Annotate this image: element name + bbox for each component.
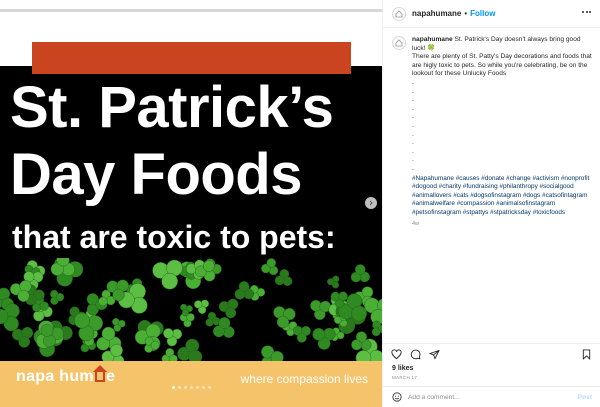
emoji-icon[interactable] bbox=[392, 392, 402, 402]
comment-input[interactable] bbox=[408, 393, 568, 401]
share-icon[interactable] bbox=[429, 349, 440, 360]
caption-spacer-dot: . bbox=[412, 113, 414, 121]
caption-hashtags[interactable]: #Napahumane #causes #donate #change #act… bbox=[412, 175, 592, 218]
house-logo-icon bbox=[395, 39, 403, 47]
more-icon-dot bbox=[585, 11, 588, 13]
header-separator: • bbox=[464, 9, 468, 18]
headline-line-3: that are toxic to pets: bbox=[12, 219, 336, 255]
caption-spacer-dot: . bbox=[412, 96, 414, 104]
avatar[interactable] bbox=[392, 6, 406, 21]
brand-logo: napa hum e bbox=[16, 365, 116, 386]
headline-line-1: St. Patrick’s bbox=[10, 75, 334, 140]
caption-spacer-dot: . bbox=[412, 164, 414, 172]
caption-spacer-dot: . bbox=[412, 104, 414, 112]
likes-count[interactable]: 9 likes bbox=[392, 365, 413, 372]
comment-icon[interactable] bbox=[410, 349, 421, 360]
carousel-dot bbox=[178, 386, 181, 389]
caption-username[interactable]: napahumane bbox=[412, 36, 453, 43]
carousel-dot bbox=[202, 386, 205, 389]
bookmark-icon[interactable] bbox=[581, 349, 592, 360]
heart-icon[interactable] bbox=[391, 349, 402, 360]
caption-spacer-dot: . bbox=[412, 121, 414, 129]
brand-tagline: where compassion lives bbox=[240, 372, 368, 386]
carousel-dots bbox=[172, 386, 211, 389]
headline-line-2: Day Foods bbox=[10, 142, 303, 207]
comment-bar: Post bbox=[383, 386, 600, 407]
caption-line-4: are higly toxic to pets. So while you're… bbox=[412, 61, 588, 69]
caption-spacer-dot: . bbox=[412, 147, 414, 155]
caption-area: napahumane St. Patrick's Day doesn't alw… bbox=[392, 36, 592, 227]
carousel-dot bbox=[208, 386, 211, 389]
action-bar bbox=[383, 343, 600, 365]
caption-spacer-dot: . bbox=[412, 78, 414, 86]
carousel-dot bbox=[184, 386, 187, 389]
caption-text: napahumane St. Patrick's Day doesn't alw… bbox=[412, 36, 592, 174]
brand-name-part2: e bbox=[105, 368, 116, 385]
action-icons bbox=[391, 349, 440, 360]
house-icon bbox=[92, 365, 107, 382]
follow-button[interactable]: Follow bbox=[470, 9, 495, 18]
image-gray-strip bbox=[0, 9, 382, 12]
caption-line-1: St. Patrick's Day doesn't always bring g… bbox=[454, 36, 581, 43]
more-icon-dot bbox=[589, 11, 591, 13]
caption-time-ago: 4w bbox=[412, 221, 420, 228]
caption-spacer-dot: . bbox=[412, 139, 414, 147]
caption-spacer-dots: ........... bbox=[412, 79, 592, 174]
caption-spacer-dot: . bbox=[412, 87, 414, 95]
brand-name-part1: napa hum bbox=[16, 368, 94, 385]
more-options-button[interactable] bbox=[582, 11, 591, 13]
post-side-panel: napahumane • Follow napahumane St. Patri… bbox=[382, 0, 600, 407]
post-date: MARCH 17 bbox=[392, 375, 418, 380]
carousel-dot bbox=[172, 386, 175, 389]
carousel-dot bbox=[196, 386, 199, 389]
post-header: napahumane • Follow bbox=[383, 0, 600, 28]
carousel-next-button[interactable] bbox=[365, 197, 377, 209]
carousel-dot bbox=[190, 386, 193, 389]
caption-line-2: luck! 🍀 bbox=[412, 44, 436, 52]
caption-line-3: There are plenty of St. Patty's Day deco… bbox=[412, 53, 592, 61]
chevron-right-icon bbox=[369, 200, 373, 206]
header-username[interactable]: napahumane bbox=[412, 9, 461, 18]
caption-line-5: lookout for these Unlucky Foods bbox=[412, 70, 507, 78]
more-icon bbox=[582, 11, 584, 13]
caption-avatar[interactable] bbox=[392, 36, 406, 50]
caption-spacer-dot: . bbox=[412, 156, 414, 164]
image-red-bar bbox=[32, 42, 351, 74]
post-image[interactable]: St. Patrick’s Day Foods that are toxic t… bbox=[0, 0, 382, 407]
clover-field-illustration bbox=[0, 258, 382, 361]
post-comment-button[interactable]: Post bbox=[578, 394, 592, 401]
house-logo-icon bbox=[395, 9, 403, 17]
caption-spacer-dot: . bbox=[412, 130, 414, 138]
